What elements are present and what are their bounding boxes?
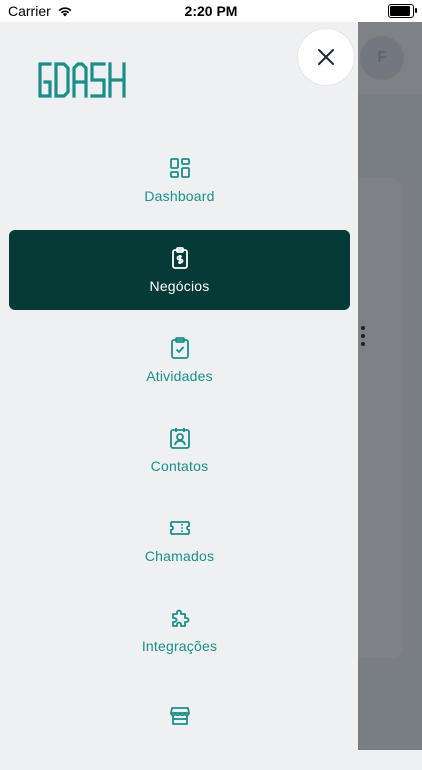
- menu-item-label: Integrações: [141, 638, 218, 654]
- main-menu: Dashboard Negócios Atividades Contatos C…: [9, 140, 350, 770]
- close-button[interactable]: [298, 29, 354, 85]
- menu-item-label: Negócios: [149, 278, 210, 294]
- clock: 2:20 PM: [184, 3, 238, 19]
- menu-item-label: Atividades: [146, 368, 213, 384]
- close-icon: [318, 49, 334, 65]
- gdash-logo: [38, 62, 126, 98]
- contact-card-icon: [169, 428, 190, 449]
- clipboard-dollar-icon: [171, 247, 188, 269]
- status-bar: Carrier 2:20 PM: [0, 0, 422, 22]
- menu-item-label: Dashboard: [144, 188, 215, 204]
- menu-item-contatos[interactable]: Contatos: [9, 410, 350, 490]
- menu-item-integracoes[interactable]: Integrações: [9, 590, 350, 670]
- menu-item-atividades[interactable]: Atividades: [9, 320, 350, 400]
- menu-item-label: Contatos: [150, 458, 209, 474]
- battery-icon: [388, 4, 417, 18]
- dashboard-grid-icon: [169, 158, 190, 178]
- ticket-icon: [169, 521, 190, 535]
- navigation-drawer: Dashboard Negócios Atividades Contatos C…: [0, 22, 358, 750]
- menu-item-loja[interactable]: [9, 680, 350, 760]
- menu-item-chamados[interactable]: Chamados: [9, 500, 350, 580]
- menu-item-dashboard[interactable]: Dashboard: [9, 140, 350, 220]
- store-icon: [169, 707, 190, 725]
- puzzle-icon: [171, 609, 189, 627]
- menu-item-label: Chamados: [144, 548, 215, 564]
- clipboard-check-icon: [170, 337, 189, 359]
- menu-item-negocios[interactable]: Negócios: [9, 230, 350, 310]
